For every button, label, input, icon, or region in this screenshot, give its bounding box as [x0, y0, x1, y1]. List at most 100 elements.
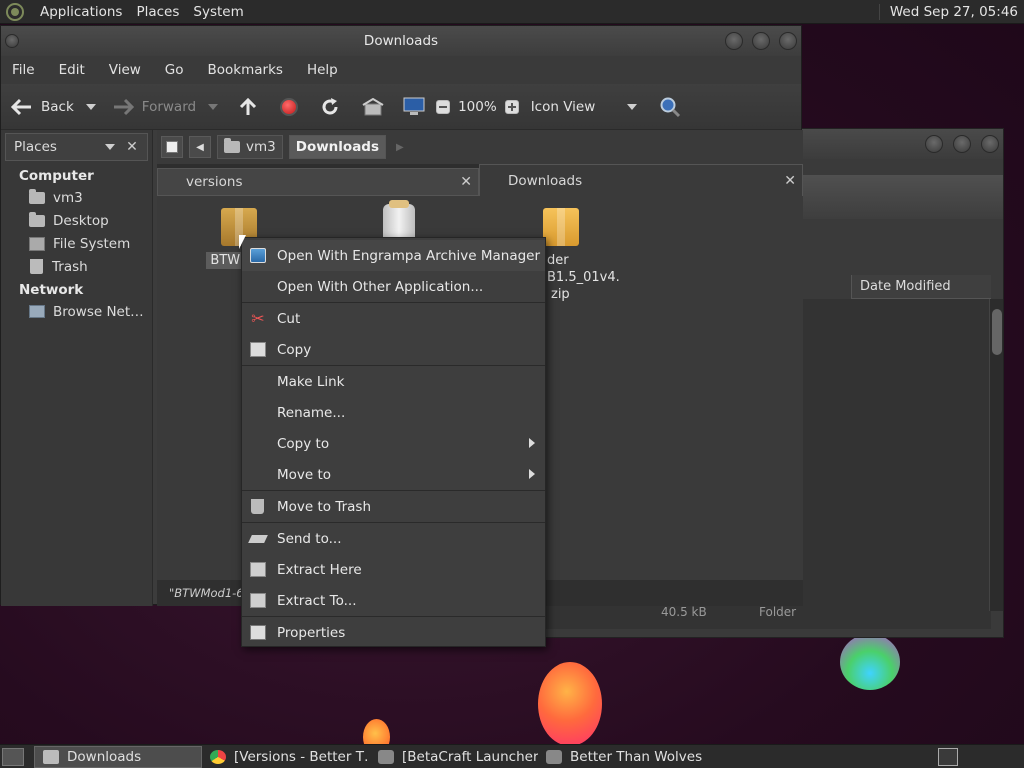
- breadcrumb-vm3[interactable]: vm3: [217, 135, 283, 159]
- minimize-button[interactable]: [925, 135, 943, 153]
- close-icon[interactable]: ✕: [784, 173, 796, 189]
- menu-item-open-with-other[interactable]: Open With Other Application...: [242, 271, 545, 302]
- menu-system[interactable]: System: [193, 4, 243, 20]
- app-icon: [378, 749, 394, 764]
- forward-button[interactable]: Forward: [112, 98, 196, 116]
- app-icon: [546, 749, 562, 764]
- mate-logo-icon[interactable]: [6, 2, 24, 21]
- drive-icon: [29, 236, 45, 251]
- sidebar-item-file-system[interactable]: File System: [1, 232, 152, 255]
- minimize-button[interactable]: [725, 32, 743, 50]
- extract-icon: [250, 593, 266, 608]
- sidebar-header[interactable]: Places ✕: [5, 133, 148, 161]
- chevron-down-icon[interactable]: [105, 144, 115, 150]
- menu-item-move-to-trash[interactable]: Move to Trash: [242, 491, 545, 522]
- menu-go[interactable]: Go: [165, 62, 184, 78]
- taskbar-item-better-than-wolves[interactable]: Better Than Wolves …: [538, 746, 706, 768]
- folder-icon: [43, 749, 59, 764]
- sidebar-item-desktop[interactable]: Desktop: [1, 209, 152, 232]
- computer-icon[interactable]: [402, 97, 426, 117]
- menu-item-extract-here[interactable]: Extract Here: [242, 554, 545, 585]
- back-history-dropdown[interactable]: [85, 103, 96, 110]
- menu-bookmarks[interactable]: Bookmarks: [208, 62, 283, 78]
- close-icon[interactable]: ✕: [460, 174, 472, 190]
- workspace-switcher[interactable]: [938, 747, 958, 766]
- taskbar-label: [BetaCraft Launcher…: [402, 748, 538, 765]
- sidebar-section-computer: Computer: [19, 168, 94, 184]
- menu-edit[interactable]: Edit: [59, 62, 85, 78]
- menu-item-label: Copy to: [277, 435, 330, 452]
- column-header-date-modified[interactable]: Date Modified: [851, 275, 991, 299]
- menu-item-open-with-engrampa[interactable]: Open With Engrampa Archive Manager: [242, 240, 545, 271]
- clock[interactable]: Wed Sep 27, 05:46: [878, 3, 1018, 20]
- menu-item-properties[interactable]: Properties: [242, 617, 545, 648]
- send-icon: [248, 535, 268, 543]
- forward-history-dropdown[interactable]: [208, 103, 219, 110]
- close-button[interactable]: [981, 135, 999, 153]
- sidebar-item-label: Browse Net…: [53, 303, 144, 320]
- scrollbar[interactable]: [989, 299, 1003, 611]
- taskbar-item-downloads[interactable]: Downloads: [34, 745, 202, 768]
- maximize-button[interactable]: [752, 32, 770, 50]
- sidebar-item-label: vm3: [53, 189, 83, 206]
- sidebar-item-vm3[interactable]: vm3: [1, 186, 152, 209]
- wallpaper-blob: [840, 634, 900, 690]
- menu-item-label: Extract Here: [277, 561, 362, 578]
- sidebar-item-browse-network[interactable]: Browse Net…: [1, 300, 152, 323]
- menu-item-copy[interactable]: Copy: [242, 334, 545, 365]
- menubar: File Edit View Go Bookmarks Help: [1, 56, 801, 84]
- reload-icon[interactable]: [320, 97, 340, 117]
- menu-item-label: Send to...: [277, 530, 342, 547]
- zoom-out-icon[interactable]: [436, 99, 451, 114]
- menu-item-label: Rename...: [277, 404, 346, 421]
- edit-icon: [166, 141, 178, 153]
- close-icon[interactable]: ✕: [123, 139, 141, 155]
- show-desktop-button[interactable]: [2, 747, 24, 766]
- trash-icon: [30, 259, 43, 274]
- chrome-icon: [210, 749, 226, 764]
- menu-places[interactable]: Places: [136, 4, 179, 20]
- menu-applications[interactable]: Applications: [40, 4, 122, 20]
- menu-help[interactable]: Help: [307, 62, 338, 78]
- view-mode-label: Icon View: [530, 98, 596, 115]
- taskbar-item-betacraft[interactable]: [BetaCraft Launcher…: [370, 746, 538, 768]
- search-icon[interactable]: [659, 96, 681, 118]
- edit-location-button[interactable]: [161, 136, 183, 158]
- view-mode-select[interactable]: Icon View: [531, 99, 637, 115]
- window-titlebar[interactable]: Downloads: [1, 26, 801, 56]
- menu-item-make-link[interactable]: Make Link: [242, 366, 545, 397]
- chevron-right-icon: [529, 469, 535, 479]
- location-bar: ◀ vm3 Downloads ▶: [157, 130, 803, 164]
- menu-item-label: Open With Other Application...: [277, 278, 484, 295]
- menu-item-label: Open With Engrampa Archive Manager: [277, 247, 541, 264]
- back-button[interactable]: Back: [11, 98, 74, 116]
- close-button[interactable]: [779, 32, 797, 50]
- menu-item-copy-to[interactable]: Copy to: [242, 428, 545, 459]
- taskbar-item-versions[interactable]: [Versions - Better T…: [202, 746, 370, 768]
- forward-label: Forward: [141, 98, 197, 115]
- scrollbar-thumb[interactable]: [992, 309, 1002, 355]
- menu-item-send-to[interactable]: Send to...: [242, 523, 545, 554]
- sidebar: Places ✕ Computer vm3 Desktop File Syste…: [1, 130, 153, 606]
- home-icon[interactable]: [362, 97, 384, 116]
- path-scroll-right-button[interactable]: ▶: [396, 142, 404, 153]
- zoom-in-icon[interactable]: [504, 99, 519, 114]
- tab-versions[interactable]: versions ✕: [157, 168, 479, 196]
- path-scroll-left-button[interactable]: ◀: [189, 136, 211, 158]
- menu-item-extract-to[interactable]: Extract To...: [242, 585, 545, 616]
- menu-file[interactable]: File: [12, 62, 35, 78]
- up-arrow-icon[interactable]: [238, 97, 258, 117]
- menu-view[interactable]: View: [109, 62, 141, 78]
- menu-item-move-to[interactable]: Move to: [242, 459, 545, 490]
- sidebar-item-trash[interactable]: Trash: [1, 255, 152, 278]
- stop-icon[interactable]: [280, 97, 299, 116]
- breadcrumb-downloads[interactable]: Downloads: [288, 135, 387, 159]
- tab-downloads[interactable]: Downloads ✕: [479, 164, 803, 196]
- menu-item-cut[interactable]: ✂ Cut: [242, 303, 545, 334]
- zoom-level: 100%: [458, 98, 497, 115]
- window-menu-button[interactable]: [5, 34, 19, 48]
- home-folder-icon: [224, 138, 240, 153]
- menu-item-rename[interactable]: Rename...: [242, 397, 545, 428]
- package-icon: [543, 208, 579, 246]
- maximize-button[interactable]: [953, 135, 971, 153]
